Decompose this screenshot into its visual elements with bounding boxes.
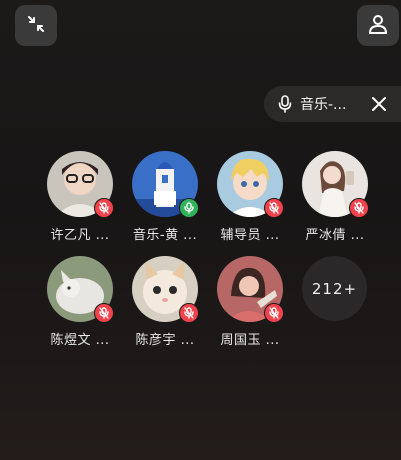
member-name: 音乐-黄 ... [132,228,198,243]
mic-muted-icon [264,198,284,218]
more-members-count: 212+ [311,279,358,298]
speaker-name: 音乐-... [300,97,347,113]
member-name: 许乙凡 ... [50,228,110,243]
mic-muted-icon [94,198,114,218]
person-icon [367,13,389,39]
more-members-button[interactable]: 212+ [302,256,367,321]
member-name: 严冰倩 ... [305,228,365,243]
profile-button[interactable] [357,5,399,46]
minimize-button[interactable] [15,5,57,46]
member-tile[interactable]: 严冰倩 ... [290,151,380,251]
mic-active-icon [179,198,199,218]
member-name: 辅导员 ... [220,228,280,243]
member-tile[interactable]: 陈煜文 ... [35,256,125,356]
member-tile[interactable]: 音乐-黄 ... [120,151,210,251]
mic-muted-icon [349,198,369,218]
member-tile[interactable]: 辅导员 ... [205,151,295,251]
microphone-icon [278,95,292,113]
member-name: 陈彦宇 ... [135,333,195,348]
mic-muted-icon [179,303,199,323]
member-tile[interactable]: 许乙凡 ... [35,151,125,251]
member-name: 周国玉 ... [220,333,280,348]
member-tile[interactable]: 陈彦宇 ... [120,256,210,356]
mic-muted-icon [94,303,114,323]
member-tile[interactable]: 周国玉 ... [205,256,295,356]
close-icon[interactable] [370,95,388,113]
mic-muted-icon [264,303,284,323]
member-name: 陈煜文 ... [50,333,110,348]
collapse-arrows-icon [26,14,46,38]
current-speaker-pill[interactable]: 音乐-... [264,86,401,122]
